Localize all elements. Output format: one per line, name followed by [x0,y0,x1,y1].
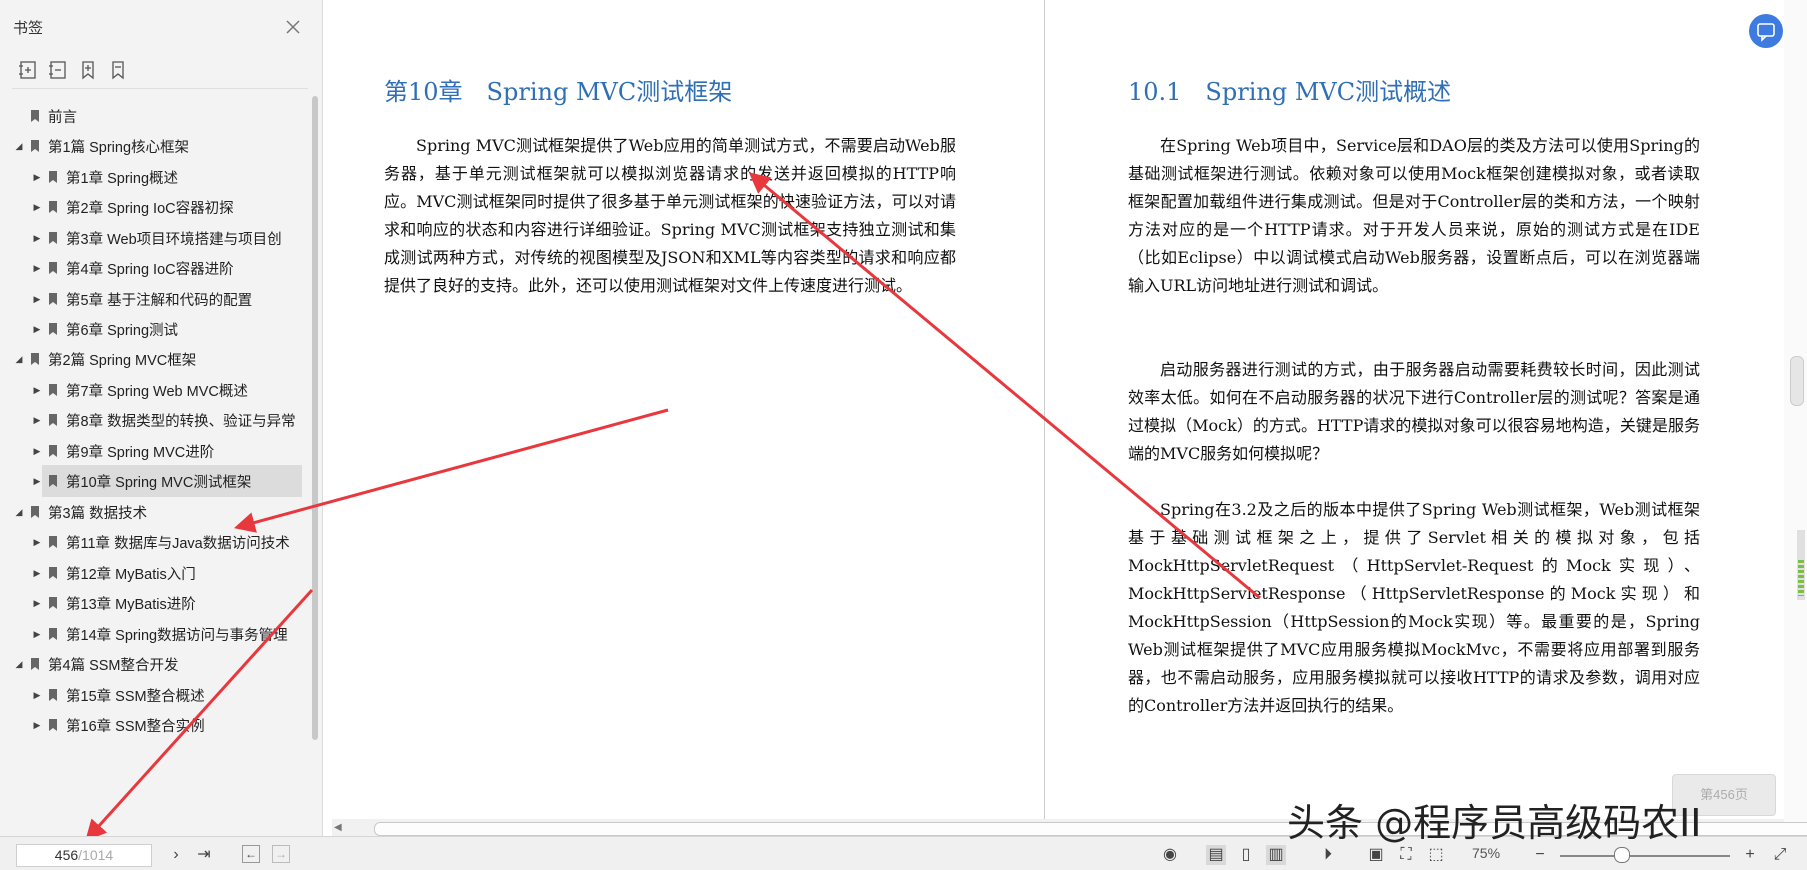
back-icon[interactable]: ← [242,845,260,863]
page-number-input[interactable]: 456/1014 [16,844,152,867]
zoom-slider[interactable] [1560,855,1730,857]
fit-page-icon[interactable]: ⛶ [1396,845,1416,865]
zoom-level[interactable]: 75% [1472,845,1500,861]
annotation-arrow [233,408,669,533]
fit-width-icon[interactable]: ⬚ [1426,845,1446,865]
annotation-arrow [85,588,314,842]
zoom-out-icon[interactable]: − [1530,845,1550,865]
eye-icon[interactable]: ◉ [1160,845,1180,865]
current-page: 456 [54,847,79,863]
last-page-icon[interactable]: ⇥ [194,845,214,865]
two-page-icon[interactable]: ▥ [1266,845,1286,865]
fullscreen-icon[interactable]: ⤢ [1770,845,1790,865]
watermark: 头条 @程序员高级码农II [1287,801,1702,845]
total-pages: /1014 [78,847,114,863]
actual-size-icon[interactable]: ▣ [1366,845,1386,865]
zoom-slider-knob[interactable] [1614,847,1630,863]
zoom-in-icon[interactable]: + [1740,845,1760,865]
forward-icon[interactable]: → [272,845,290,863]
next-page-icon[interactable]: › [166,845,186,865]
single-page-icon[interactable]: ▯ [1236,845,1256,865]
annotation-arrow [748,172,1261,600]
continuous-view-icon[interactable]: ▤ [1206,845,1226,865]
annotation-overlay [85,172,1261,842]
play-icon[interactable]: ⏵ [1318,845,1338,865]
